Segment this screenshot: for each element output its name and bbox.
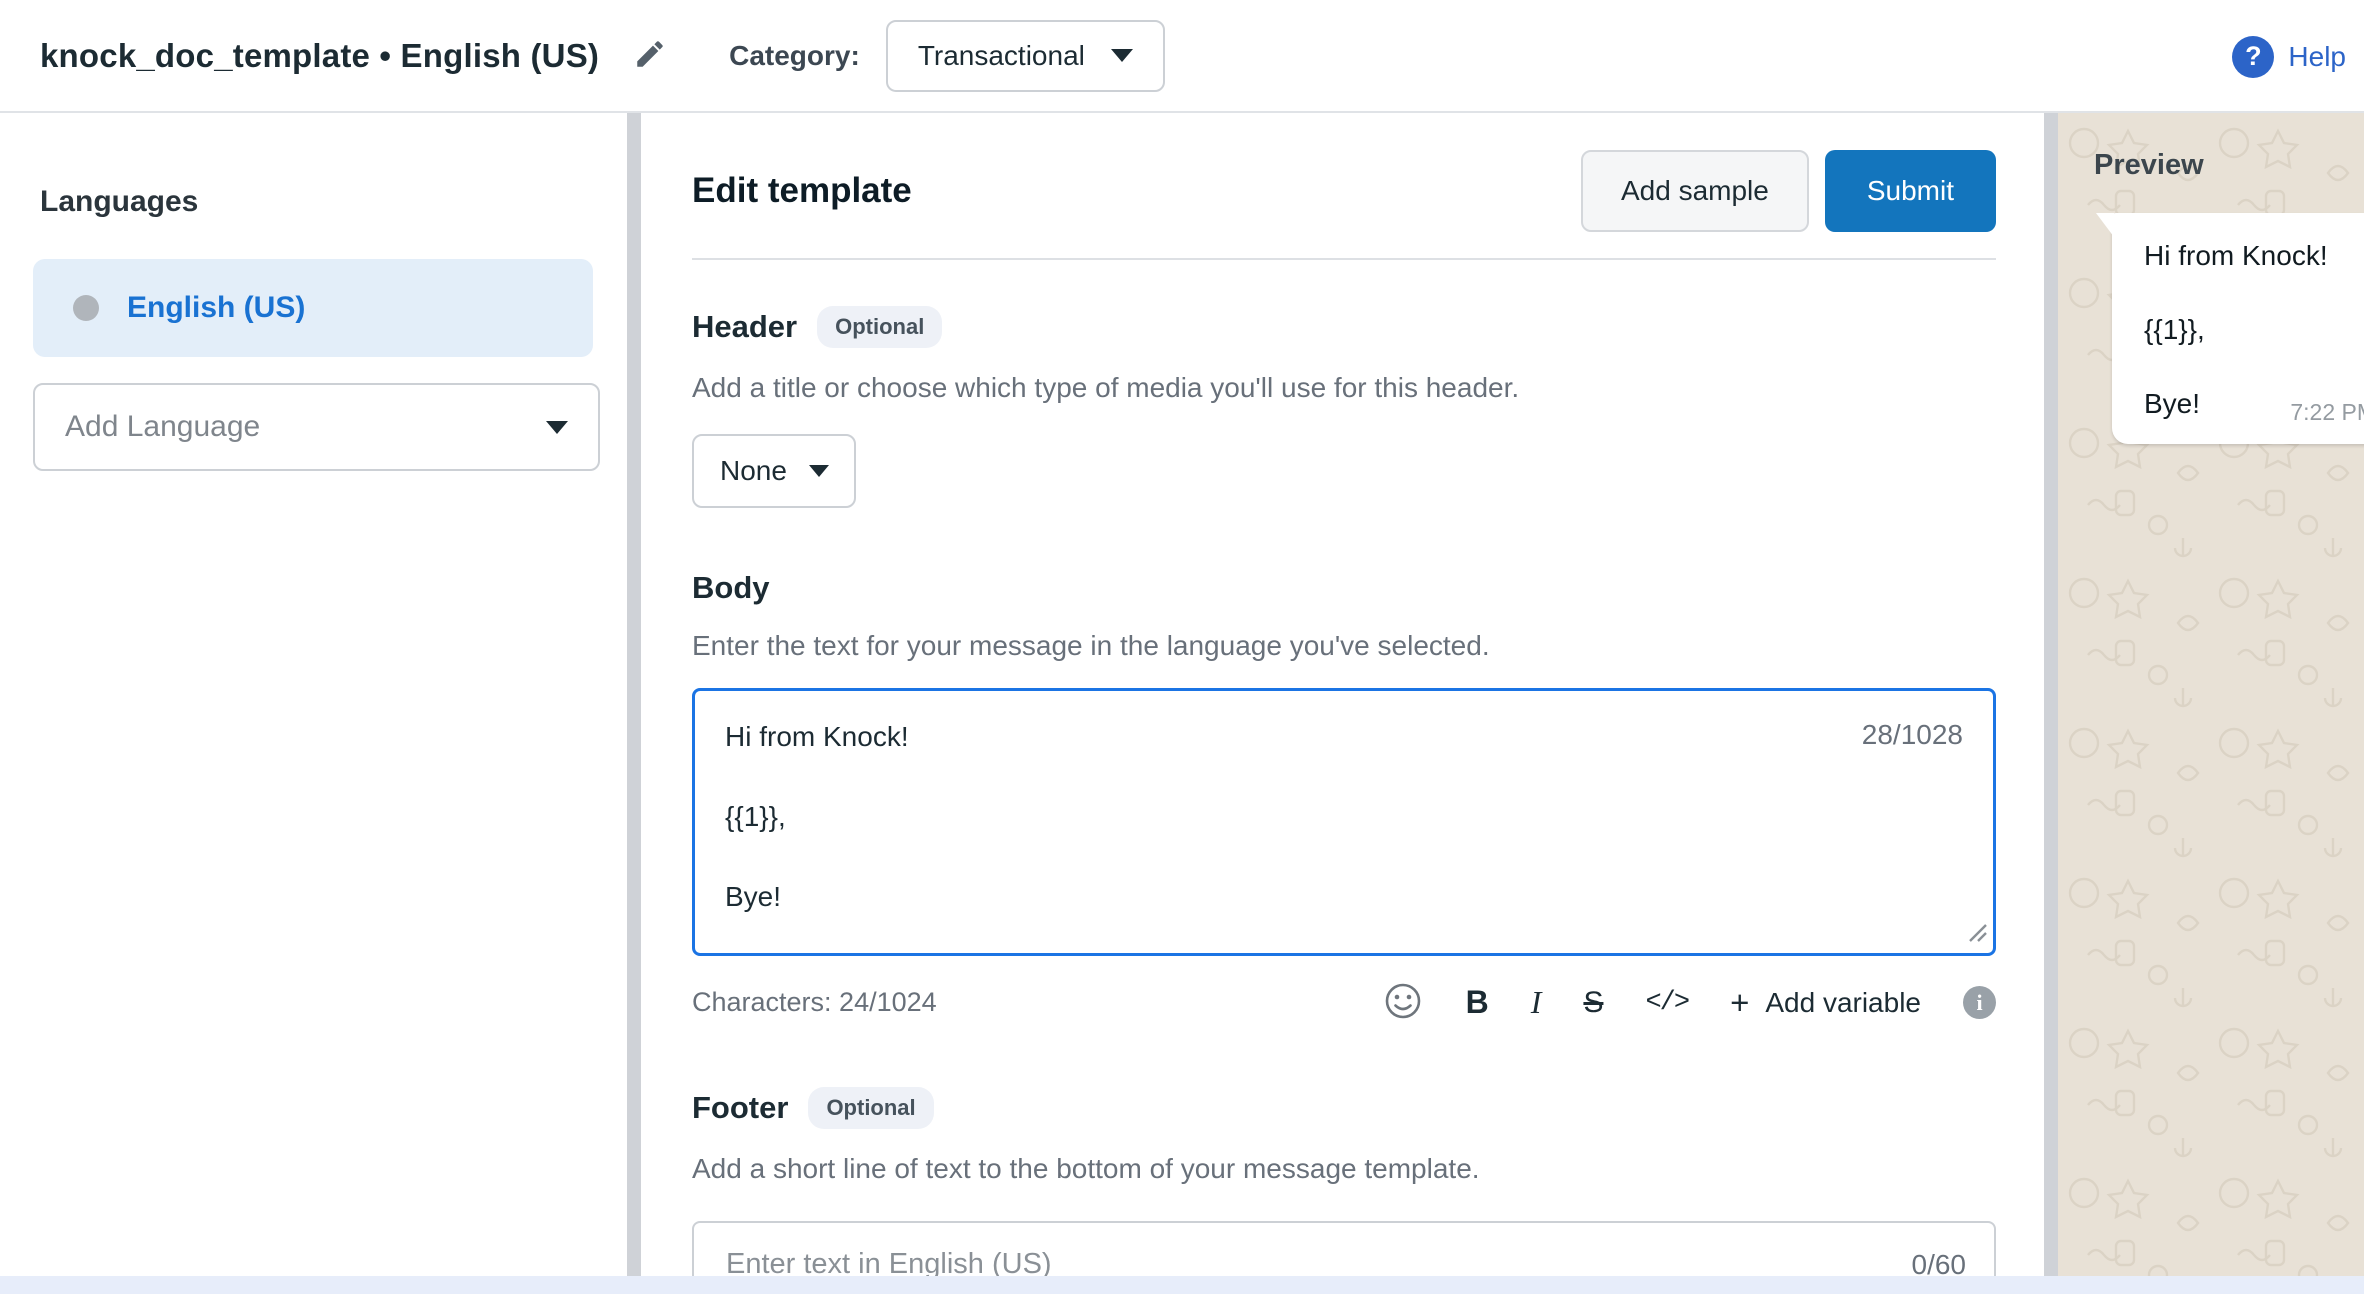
header-section-description: Add a title or choose which type of medi… xyxy=(692,372,1996,404)
edit-title-button[interactable] xyxy=(633,37,667,74)
help-icon: ? xyxy=(2232,36,2274,78)
emoji-button[interactable] xyxy=(1382,980,1424,1025)
footer-optional-badge: Optional xyxy=(808,1087,933,1129)
body-character-counter: 28/1028 xyxy=(1862,719,1963,751)
preview-timestamp: 7:22 PM xyxy=(2290,399,2364,426)
code-button[interactable]: </> xyxy=(1645,988,1688,1018)
sidebar-item-english-us[interactable]: English (US) xyxy=(33,259,593,357)
language-item-label: English (US) xyxy=(127,291,305,325)
footer-section-description: Add a short line of text to the bottom o… xyxy=(692,1153,1996,1185)
body-section-description: Enter the text for your message in the l… xyxy=(692,630,1996,662)
section-divider xyxy=(692,258,1996,260)
top-bar: knock_doc_template • English (US) Catego… xyxy=(0,0,2364,113)
chevron-down-icon xyxy=(809,465,829,477)
chevron-down-icon xyxy=(546,421,568,434)
body-textarea-container: Hi from Knock! {{1}}, Bye! 28/1028 xyxy=(692,688,1996,956)
chevron-down-icon xyxy=(1111,49,1133,62)
category-label: Category: xyxy=(729,40,860,72)
add-variable-label: Add variable xyxy=(1765,987,1921,1019)
content-scrollbar[interactable] xyxy=(2044,113,2058,1280)
template-editor-page: knock_doc_template • English (US) Catego… xyxy=(0,0,2364,1294)
submit-button[interactable]: Submit xyxy=(1825,150,1996,232)
help-link[interactable]: ? Help xyxy=(2232,0,2346,113)
characters-count-label: Characters: 24/1024 xyxy=(692,987,937,1018)
formatting-toolbar: B I S </> + Add variable i xyxy=(1382,980,1996,1025)
info-icon[interactable]: i xyxy=(1963,986,1996,1019)
add-language-placeholder: Add Language xyxy=(65,410,260,444)
italic-button[interactable]: I xyxy=(1531,984,1542,1021)
page-title: knock_doc_template • English (US) xyxy=(40,37,599,75)
preview-panel: Preview Hi from Knock! {{1}}, Bye! 7:22 … xyxy=(2058,113,2364,1294)
edit-template-heading: Edit template xyxy=(692,171,912,211)
bottom-strip xyxy=(0,1276,2364,1294)
header-media-value: None xyxy=(720,455,787,487)
body-section-title: Body xyxy=(692,570,770,606)
help-label: Help xyxy=(2288,41,2346,73)
resize-handle-icon[interactable] xyxy=(1966,921,1988,948)
bubble-tail-icon xyxy=(2096,213,2114,244)
category-select[interactable]: Transactional xyxy=(886,20,1165,92)
header-optional-badge: Optional xyxy=(817,306,942,348)
bold-button[interactable]: B xyxy=(1466,984,1489,1021)
plus-icon: + xyxy=(1730,984,1749,1022)
sidebar-scrollbar[interactable] xyxy=(627,113,641,1280)
language-status-dot-icon xyxy=(73,295,99,321)
languages-sidebar: Languages English (US) Add Language xyxy=(0,113,626,1294)
add-variable-button[interactable]: + Add variable xyxy=(1730,984,1921,1022)
preview-message-text: Hi from Knock! {{1}}, Bye! xyxy=(2144,237,2364,422)
add-sample-button[interactable]: Add sample xyxy=(1581,150,1809,232)
header-section-title: Header xyxy=(692,309,797,345)
smiley-icon xyxy=(1382,980,1424,1025)
body-textarea[interactable]: Hi from Knock! {{1}}, Bye! xyxy=(695,691,1993,953)
preview-heading: Preview xyxy=(2094,149,2364,182)
category-value: Transactional xyxy=(918,40,1085,72)
header-media-select[interactable]: None xyxy=(692,434,856,508)
pencil-icon xyxy=(633,37,667,74)
footer-section-title: Footer xyxy=(692,1090,788,1126)
edit-template-panel: Edit template Add sample Submit Header O… xyxy=(641,113,2044,1294)
add-language-select[interactable]: Add Language xyxy=(33,383,600,471)
strikethrough-button[interactable]: S xyxy=(1583,986,1603,1020)
languages-heading: Languages xyxy=(40,185,626,219)
preview-message-bubble: Hi from Knock! {{1}}, Bye! 7:22 PM xyxy=(2112,213,2364,444)
